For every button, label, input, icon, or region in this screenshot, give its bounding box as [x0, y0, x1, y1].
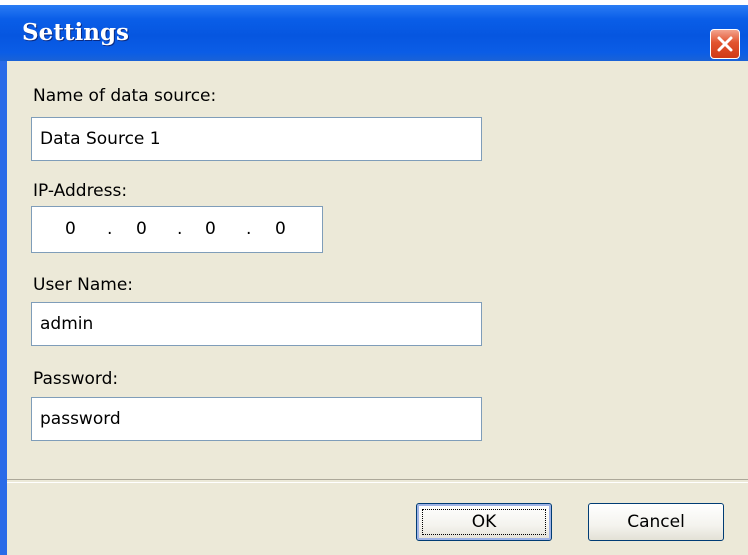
datasource-label: Name of data source: — [33, 86, 217, 106]
ip-separator-2: . — [177, 219, 183, 239]
password-label: Password: — [33, 369, 119, 389]
window-left-border — [0, 61, 7, 555]
title-bar[interactable]: Settings — [0, 5, 748, 61]
ip-octet-1[interactable]: 0 — [65, 219, 76, 239]
ip-octet-4[interactable]: 0 — [275, 219, 286, 239]
username-input[interactable] — [31, 302, 482, 346]
ip-address-field[interactable]: 0 . 0 . 0 . 0 — [31, 206, 323, 253]
ip-separator-1: . — [107, 219, 113, 239]
close-icon — [717, 36, 733, 52]
close-button[interactable] — [710, 29, 740, 59]
ok-focus-rect — [422, 509, 546, 535]
ip-octet-3[interactable]: 0 — [205, 219, 216, 239]
cancel-button[interactable]: Cancel — [588, 503, 724, 541]
footer-separator — [7, 479, 748, 483]
settings-dialog: Settings Name of data source: IP-Address… — [0, 5, 748, 555]
cancel-button-label: Cancel — [627, 512, 685, 532]
ok-button[interactable]: OK — [416, 503, 552, 541]
ip-octet-2[interactable]: 0 — [136, 219, 147, 239]
ip-separator-3: . — [246, 219, 252, 239]
ip-label: IP-Address: — [33, 181, 128, 201]
password-input[interactable] — [31, 397, 482, 441]
username-label: User Name: — [33, 275, 134, 295]
dialog-title: Settings — [22, 19, 129, 46]
datasource-input[interactable] — [31, 117, 482, 161]
